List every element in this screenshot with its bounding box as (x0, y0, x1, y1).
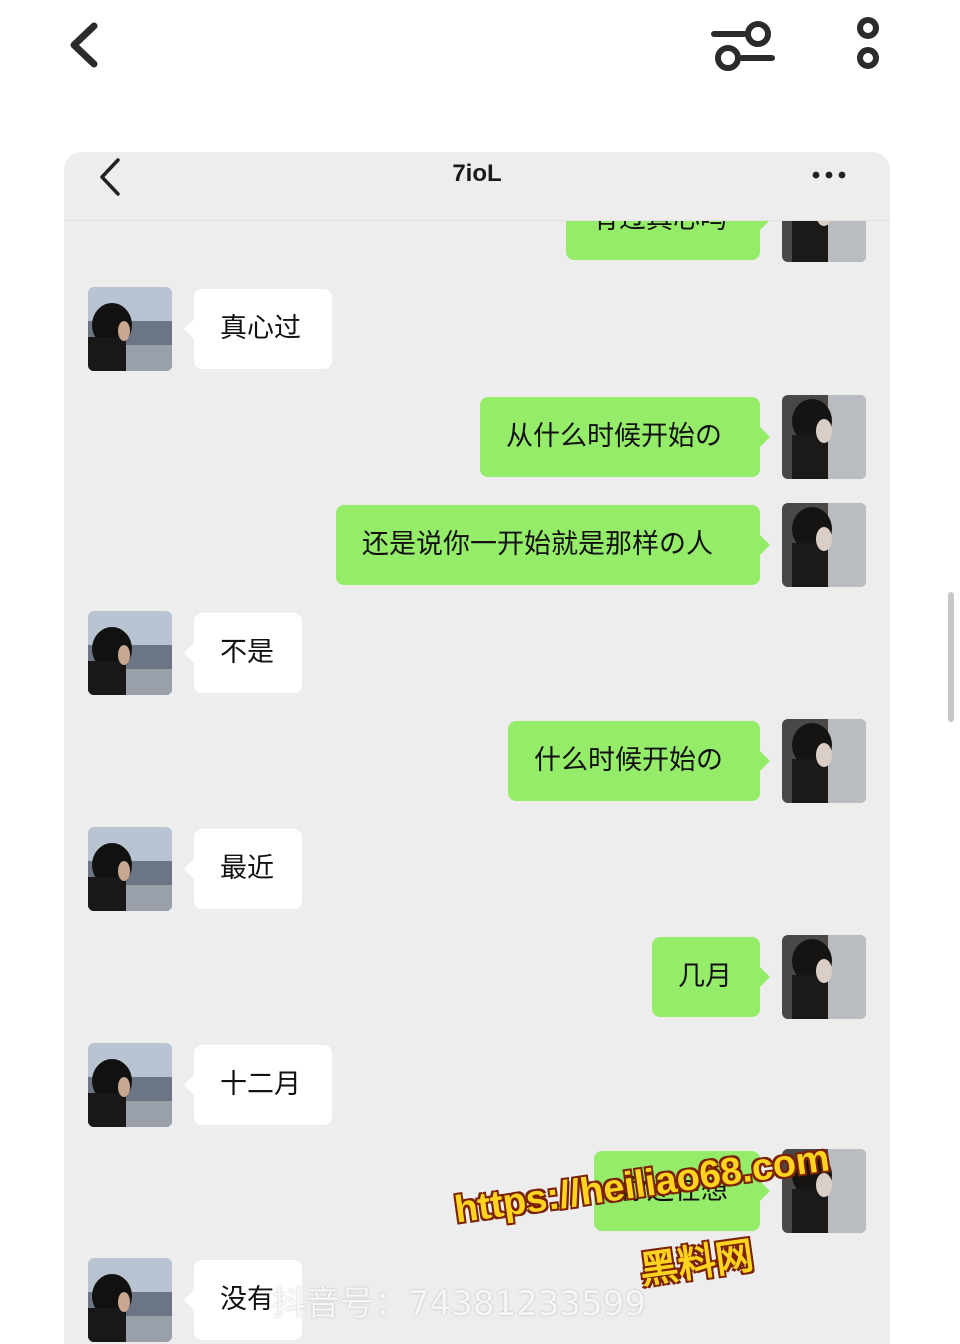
avatar-contact (88, 611, 172, 695)
sent-bubble[interactable]: 什么时候开始の (508, 721, 770, 801)
sliders-icon (711, 21, 775, 71)
sent-bubble[interactable]: 还是说你一开始就是那样の人 (336, 505, 770, 585)
message-row: 不是 (64, 611, 890, 695)
filter-button[interactable] (706, 14, 782, 76)
scrollbar[interactable] (948, 592, 954, 722)
sent-bubble[interactable]: 几月 (652, 937, 770, 1017)
sent-bubble[interactable]: 从什么时候开始の (480, 397, 770, 477)
avatar-contact (88, 287, 172, 371)
avatar-contact (88, 1258, 172, 1342)
app-header (0, 0, 960, 110)
message-row: 从什么时候开始の (64, 395, 890, 479)
received-bubble[interactable]: 真心过 (184, 289, 332, 369)
message-row: 还是说你一开始就是那样の人 (64, 503, 890, 587)
chevron-left-icon (70, 22, 98, 68)
avatar-contact (88, 827, 172, 911)
avatar-contact (88, 1043, 172, 1127)
chat-top-bar: 7ioL (64, 152, 890, 221)
horizontal-dots-icon (812, 171, 846, 179)
received-bubble[interactable]: 十二月 (184, 1045, 332, 1125)
douyin-id-watermark: 抖音号：74381233599 (272, 1284, 646, 1324)
received-bubble[interactable]: 最近 (184, 829, 302, 909)
more-options-button[interactable] (846, 14, 890, 76)
avatar-self (782, 935, 866, 1019)
avatar-self (782, 719, 866, 803)
chat-title: 7ioL (452, 160, 502, 187)
message-row: 最近 (64, 827, 890, 911)
avatar-self (782, 503, 866, 587)
back-button[interactable] (60, 18, 110, 72)
received-bubble[interactable]: 不是 (184, 613, 302, 693)
message-row: 真心过 (64, 287, 890, 371)
message-row: 十二月 (64, 1043, 890, 1127)
vertical-dots-icon (857, 17, 879, 69)
message-row: 什么时候开始の (64, 719, 890, 803)
page: 7ioL 有过真心吗 (0, 0, 960, 1344)
message-row: 几月 (64, 935, 890, 1019)
avatar-self (782, 395, 866, 479)
chat-more-button[interactable] (804, 160, 854, 190)
